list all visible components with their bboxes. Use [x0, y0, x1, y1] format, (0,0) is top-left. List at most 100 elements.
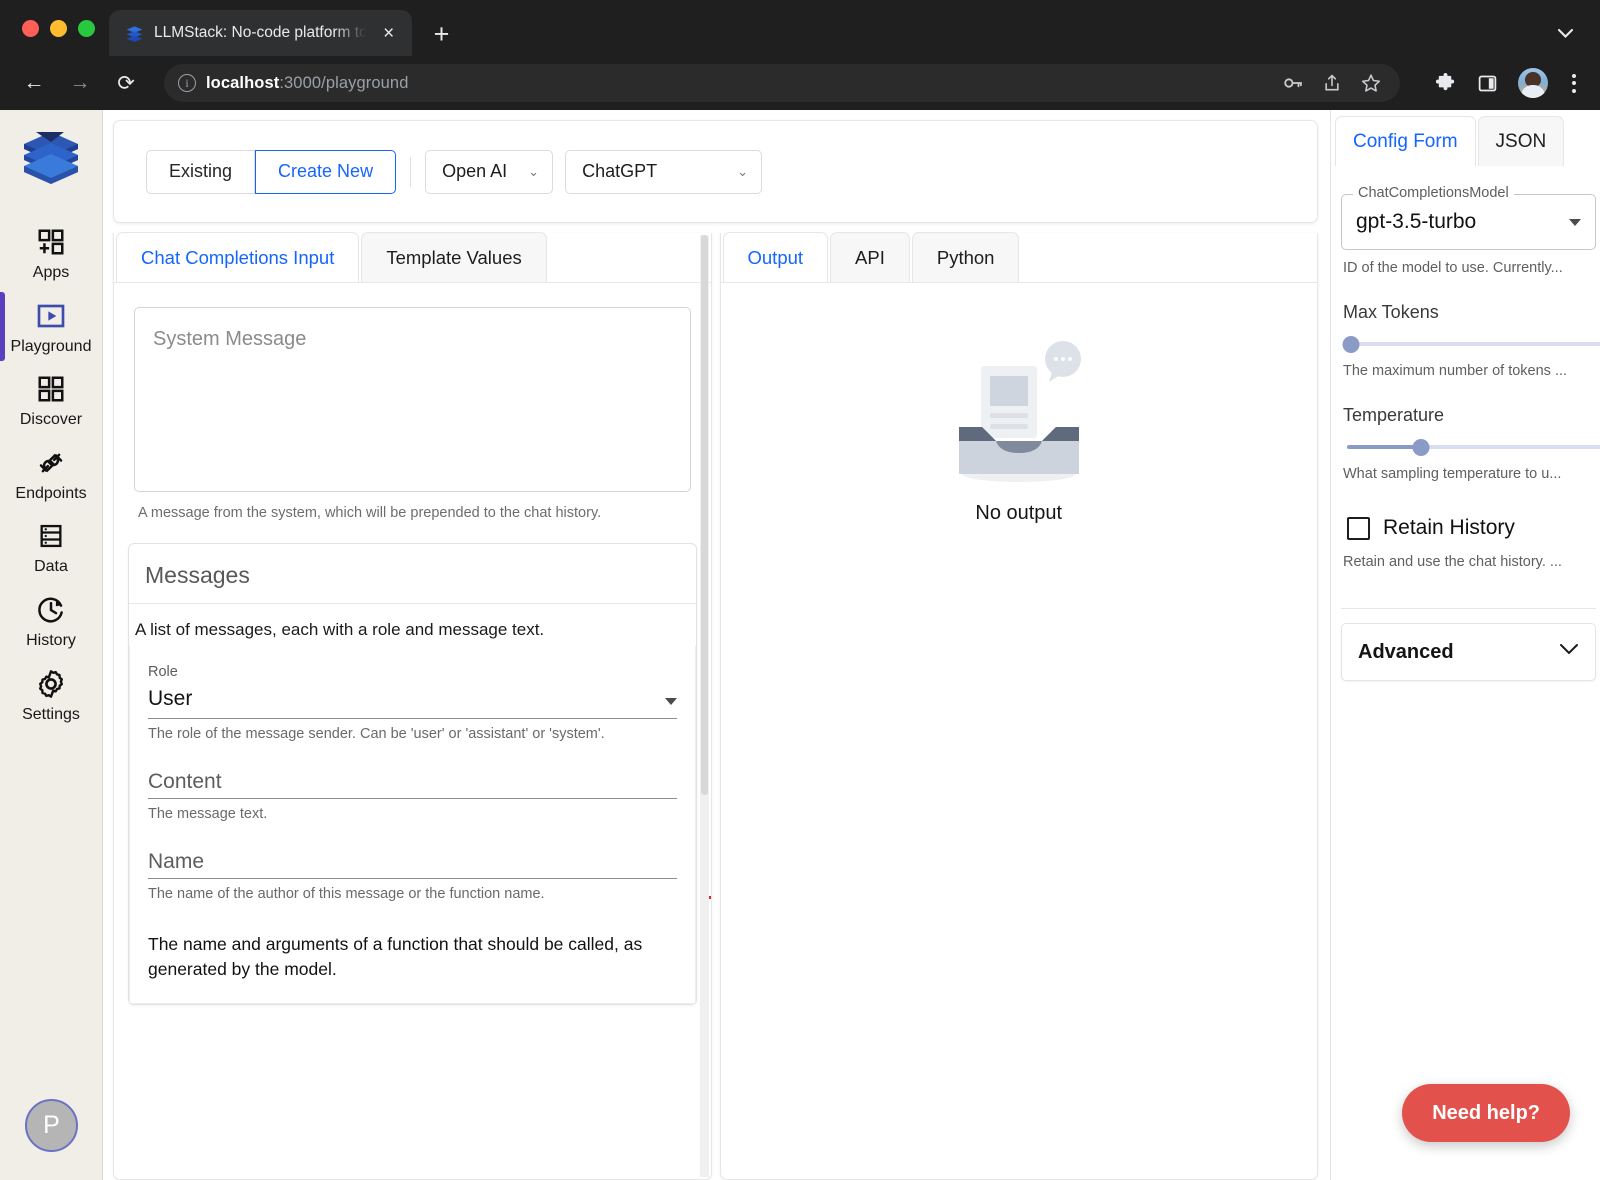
plug-connect-icon — [34, 446, 68, 480]
url-host: localhost — [206, 73, 280, 92]
browser-chrome: LLMStack: No-code platform to × + ← → ⟳ … — [0, 0, 1600, 110]
tab-strip: LLMStack: No-code platform to × + — [0, 0, 1600, 56]
grid-four-icon — [34, 372, 68, 406]
minimize-window-button[interactable] — [50, 19, 67, 37]
star-icon[interactable] — [1360, 72, 1382, 94]
system-message-section: System Message A message from the system… — [116, 283, 709, 521]
kebab-menu-icon[interactable] — [1568, 70, 1580, 97]
temperature-label: Temperature — [1343, 405, 1445, 425]
name-input[interactable]: Name — [148, 850, 677, 879]
provider-dropdown[interactable]: Open AI ⌄ — [425, 149, 554, 194]
share-icon[interactable] — [1322, 73, 1342, 93]
caret-down-icon — [1569, 218, 1581, 226]
slider-thumb[interactable] — [1342, 336, 1360, 353]
tab-config-form[interactable]: Config Form — [1335, 116, 1476, 166]
messages-description: A list of messages, each with a role and… — [135, 620, 545, 639]
maximize-window-button[interactable] — [78, 19, 95, 37]
create-new-mode-button[interactable]: Create New — [255, 149, 397, 194]
browser-tab[interactable]: LLMStack: No-code platform to × — [109, 10, 412, 56]
sidebar-item-settings[interactable]: Settings — [0, 658, 103, 732]
content-input[interactable]: Content — [148, 770, 677, 799]
system-message-input[interactable]: System Message — [134, 307, 691, 492]
max-tokens-label: Max Tokens — [1343, 302, 1439, 322]
content-label: Content — [148, 770, 222, 793]
content-field: Content The message text. — [148, 770, 677, 822]
retain-history-help: Retain and use the chat history. ... — [1343, 554, 1562, 570]
input-pane-scrollbar[interactable] — [699, 235, 709, 1177]
model-field-help: ID of the model to use. Currently... — [1343, 260, 1563, 276]
role-select[interactable]: User — [148, 687, 677, 719]
empty-inbox-icon — [934, 341, 1104, 496]
retain-history-checkbox[interactable] — [1347, 516, 1370, 540]
config-divider — [1341, 608, 1596, 609]
scrollbar-thumb[interactable] — [700, 235, 708, 795]
message-item: Role User The role of the message sender… — [129, 646, 711, 1004]
output-empty-label: No output — [975, 502, 1063, 524]
close-window-button[interactable] — [22, 19, 39, 37]
name-field: Name The name of the author of this mess… — [148, 850, 677, 902]
tab-json[interactable]: JSON — [1477, 116, 1565, 166]
sidebar-item-data[interactable]: Data — [0, 510, 103, 584]
browser-extension-actions — [1416, 68, 1580, 98]
browser-toolbar: ← → ⟳ i localhost:3000/playground — [0, 56, 1600, 110]
chat-completions-model-select[interactable]: ChatCompletionsModel gpt-3.5-turbo — [1341, 185, 1596, 250]
chevron-down-icon — [1559, 643, 1579, 661]
chevron-down-icon: ⌄ — [528, 164, 540, 179]
window-controls — [18, 0, 109, 56]
tab-output[interactable]: Output — [722, 232, 829, 282]
profile-avatar[interactable] — [1518, 68, 1548, 98]
input-pane: Chat Completions Input Template Values S… — [113, 232, 712, 1180]
extensions-puzzle-icon[interactable] — [1434, 72, 1457, 95]
sidebar-item-label: Settings — [22, 705, 80, 723]
llmstack-logo[interactable] — [14, 128, 88, 190]
tab-title: LLMStack: No-code platform to — [154, 24, 368, 41]
tab-chat-completions-input[interactable]: Chat Completions Input — [116, 232, 360, 282]
sidebar-item-apps[interactable]: Apps — [0, 216, 103, 290]
slider-thumb[interactable] — [1412, 439, 1430, 456]
model-dropdown[interactable]: ChatGPT ⌄ — [565, 149, 763, 194]
close-tab-icon[interactable]: × — [378, 24, 400, 43]
new-tab-button[interactable]: + — [434, 21, 450, 48]
selection-toolbar: Existing Create New Open AI ⌄ ChatGPT ⌄ — [113, 120, 1318, 223]
forward-button[interactable]: → — [60, 63, 100, 103]
max-tokens-help: The maximum number of tokens ... — [1343, 363, 1568, 379]
main-inner: Existing Create New Open AI ⌄ ChatGPT ⌄ — [103, 110, 1600, 1180]
temperature-slider[interactable] — [1347, 438, 1600, 456]
mode-toggle-group: Existing Create New — [146, 149, 397, 194]
role-field: Role User The role of the message sender… — [148, 664, 677, 742]
existing-mode-button[interactable]: Existing — [146, 149, 256, 194]
avatar[interactable]: P — [25, 1099, 78, 1152]
name-help: The name of the author of this message o… — [148, 886, 545, 902]
system-message-help: A message from the system, which will be… — [138, 505, 602, 521]
tab-api[interactable]: API — [830, 232, 910, 282]
need-help-button[interactable]: Need help? — [1402, 1084, 1570, 1142]
tab-template-values[interactable]: Template Values — [361, 232, 547, 282]
back-button[interactable]: ← — [14, 63, 54, 103]
key-icon[interactable] — [1282, 72, 1304, 94]
chevron-down-icon[interactable] — [1557, 27, 1574, 42]
max-tokens-slider[interactable] — [1342, 335, 1600, 353]
slider-track — [1347, 342, 1600, 346]
content-help: The message text. — [148, 806, 268, 822]
advanced-label: Advanced — [1358, 640, 1454, 663]
sidebar-item-endpoints[interactable]: Endpoints — [0, 437, 103, 511]
sidebar-item-discover[interactable]: Discover — [0, 363, 103, 437]
info-circle-icon[interactable]: i — [178, 74, 196, 92]
retain-history-row[interactable]: Retain History — [1347, 516, 1594, 540]
sidebar-item-history[interactable]: History — [0, 584, 103, 658]
input-tabs: Chat Completions Input Template Values — [114, 232, 711, 283]
function-call-description: The name and arguments of a function tha… — [148, 934, 643, 980]
advanced-accordion[interactable]: Advanced — [1341, 623, 1596, 681]
address-bar[interactable]: i localhost:3000/playground — [164, 64, 1400, 102]
messages-card: Messages A list of messages, each with a… — [128, 543, 711, 1005]
side-panel-icon[interactable] — [1477, 73, 1498, 94]
sidebar: Apps Playground Discover Endpoints Data … — [0, 110, 103, 1180]
chevron-down-icon: ⌄ — [737, 164, 749, 179]
model-field-legend: ChatCompletionsModel — [1353, 185, 1514, 201]
retain-history-label: Retain History — [1383, 516, 1515, 539]
reload-button[interactable]: ⟳ — [106, 63, 146, 103]
tab-python[interactable]: Python — [911, 232, 1020, 282]
sidebar-item-playground[interactable]: Playground — [0, 290, 103, 364]
output-tabs: Output API Python — [720, 232, 1317, 283]
panes-container: Chat Completions Input Template Values S… — [113, 232, 1318, 1180]
